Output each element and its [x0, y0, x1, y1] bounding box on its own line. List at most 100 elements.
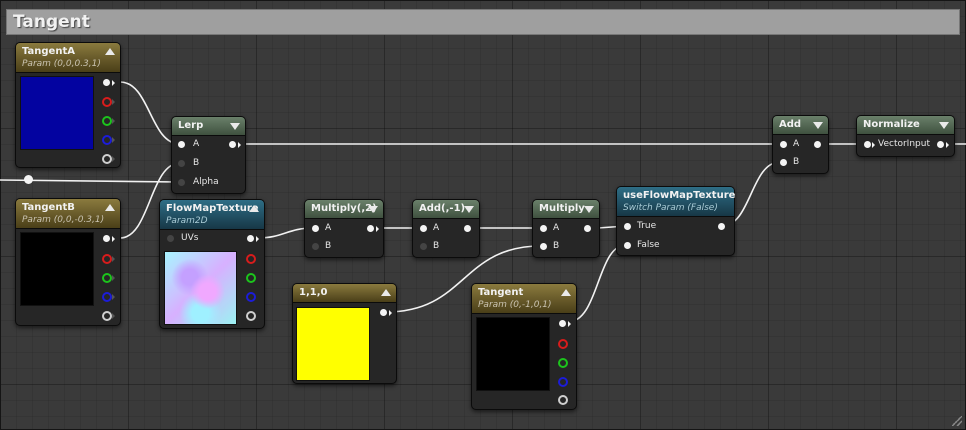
collapse-arrow-icon[interactable]: [368, 206, 378, 213]
output-pin-b[interactable]: [558, 377, 568, 387]
output-pin-r[interactable]: [102, 254, 112, 264]
collapse-arrow-icon[interactable]: [381, 289, 391, 296]
node-header[interactable]: TangentB Param (0,0,-0.3,1): [16, 199, 120, 229]
node-title: FlowMapTexture: [166, 203, 259, 214]
node-lerp[interactable]: Lerp A B Alpha: [171, 116, 246, 194]
output-pin[interactable]: [380, 309, 387, 316]
node-header[interactable]: useFlowMapTexture Switch Param (False): [617, 187, 736, 217]
node-tangent-b[interactable]: TangentB Param (0,0,-0.3,1): [15, 198, 121, 326]
output-pin-rgb[interactable]: [103, 79, 110, 86]
node-header[interactable]: Normalize: [857, 116, 954, 135]
pin-label: A: [325, 223, 332, 233]
node-header[interactable]: Lerp: [172, 117, 245, 136]
output-pin-g[interactable]: [102, 273, 112, 283]
node-add-neg1[interactable]: Add(,-1) A B: [412, 199, 480, 258]
pin-arrow-icon: [238, 142, 241, 148]
node-tangent[interactable]: Tangent Param (0,-1,0,1): [471, 283, 577, 410]
pin-label: B: [553, 241, 560, 251]
node-multiply-2[interactable]: Multiply(,2) A B: [304, 199, 384, 258]
collapse-arrow-icon[interactable]: [939, 122, 949, 129]
node-header[interactable]: FlowMapTexture Param2D: [160, 200, 264, 230]
node-title: Multiply: [539, 203, 585, 214]
node-constant-1-1-0[interactable]: 1,1,0: [292, 283, 397, 384]
output-pin[interactable]: [937, 141, 944, 148]
input-pin-a[interactable]: [178, 141, 185, 148]
node-header[interactable]: Tangent Param (0,-1,0,1): [472, 284, 576, 314]
pin-arrow-icon: [112, 294, 115, 300]
node-add[interactable]: Add A B: [772, 115, 829, 174]
output-pin-r[interactable]: [246, 254, 256, 264]
input-pin-vectorinput[interactable]: [864, 141, 871, 148]
output-pin-rgb[interactable]: [559, 320, 566, 327]
collapse-arrow-icon[interactable]: [105, 204, 115, 211]
output-pin-r[interactable]: [558, 339, 568, 349]
pin-label: B: [325, 241, 332, 251]
input-pin-b[interactable]: [178, 160, 185, 167]
collapse-arrow-icon[interactable]: [464, 206, 474, 213]
input-pin-a[interactable]: [540, 225, 547, 232]
pin-label: A: [193, 139, 200, 149]
input-pin-false[interactable]: [624, 242, 631, 249]
node-header[interactable]: 1,1,0: [293, 284, 396, 303]
output-pin[interactable]: [814, 141, 821, 148]
node-normalize[interactable]: Normalize VectorInput: [856, 115, 955, 157]
node-title: TangentB: [22, 202, 75, 213]
node-tangent-a[interactable]: TangentA Param (0,0,0.3,1): [15, 42, 121, 168]
collapse-arrow-icon[interactable]: [249, 205, 259, 212]
input-pin-true[interactable]: [624, 223, 631, 230]
output-pin-b[interactable]: [102, 135, 112, 145]
pin-label: B: [433, 241, 440, 251]
pin-arrow-icon: [376, 226, 379, 232]
collapse-arrow-icon[interactable]: [230, 123, 240, 130]
node-header[interactable]: TangentA Param (0,0,0.3,1): [16, 43, 120, 73]
node-use-flowmap-switch[interactable]: useFlowMapTexture Switch Param (False) T…: [616, 186, 735, 256]
input-pin-a[interactable]: [420, 225, 427, 232]
collapse-arrow-icon[interactable]: [584, 206, 594, 213]
node-multiply[interactable]: Multiply A B: [532, 199, 600, 258]
input-pin-alpha[interactable]: [178, 179, 185, 186]
node-header[interactable]: Multiply(,2): [305, 200, 383, 219]
output-pin-g[interactable]: [102, 116, 112, 126]
node-header[interactable]: Add: [773, 116, 828, 135]
node-title: 1,1,0: [299, 287, 328, 298]
collapse-arrow-icon[interactable]: [105, 48, 115, 55]
pin-arrow-icon: [946, 142, 949, 148]
input-pin-b[interactable]: [780, 159, 787, 166]
output-pin-a[interactable]: [102, 154, 112, 164]
output-pin-a[interactable]: [558, 395, 568, 405]
output-pin-a[interactable]: [246, 311, 256, 321]
output-pin-b[interactable]: [246, 292, 256, 302]
collapse-arrow-icon[interactable]: [813, 122, 823, 129]
color-swatch-preview: [20, 76, 94, 150]
reroute-node[interactable]: [24, 175, 33, 184]
output-pin[interactable]: [229, 141, 236, 148]
pin-label: UVs: [181, 233, 199, 243]
output-pin[interactable]: [718, 223, 725, 230]
input-pin-a[interactable]: [312, 225, 319, 232]
collapse-arrow-icon[interactable]: [561, 289, 571, 296]
output-pin-b[interactable]: [102, 292, 112, 302]
output-pin-g[interactable]: [558, 358, 568, 368]
pin-arrow-icon: [112, 156, 115, 162]
output-pin-rgb[interactable]: [103, 235, 110, 242]
input-pin-b[interactable]: [420, 243, 427, 250]
node-header[interactable]: Add(,-1): [413, 200, 479, 219]
input-pin-uvs[interactable]: [167, 235, 174, 242]
output-pin-g[interactable]: [246, 273, 256, 283]
output-pin[interactable]: [367, 225, 374, 232]
node-title: useFlowMapTexture: [623, 190, 736, 201]
node-title: Multiply(,2): [311, 203, 377, 214]
node-flowmap-texture[interactable]: FlowMapTexture Param2D UVs: [159, 199, 265, 329]
pin-arrow-icon: [112, 118, 115, 124]
output-pin[interactable]: [584, 225, 591, 232]
output-pin-r[interactable]: [102, 97, 112, 107]
resize-grip-icon[interactable]: [952, 416, 962, 426]
input-pin-a[interactable]: [780, 141, 787, 148]
input-pin-b[interactable]: [540, 243, 547, 250]
output-pin[interactable]: [464, 225, 471, 232]
output-pin-rgb[interactable]: [247, 235, 254, 242]
input-pin-b[interactable]: [312, 243, 319, 250]
output-pin-a[interactable]: [102, 311, 112, 321]
node-header[interactable]: Multiply: [533, 200, 599, 219]
pin-arrow-icon: [112, 236, 115, 242]
